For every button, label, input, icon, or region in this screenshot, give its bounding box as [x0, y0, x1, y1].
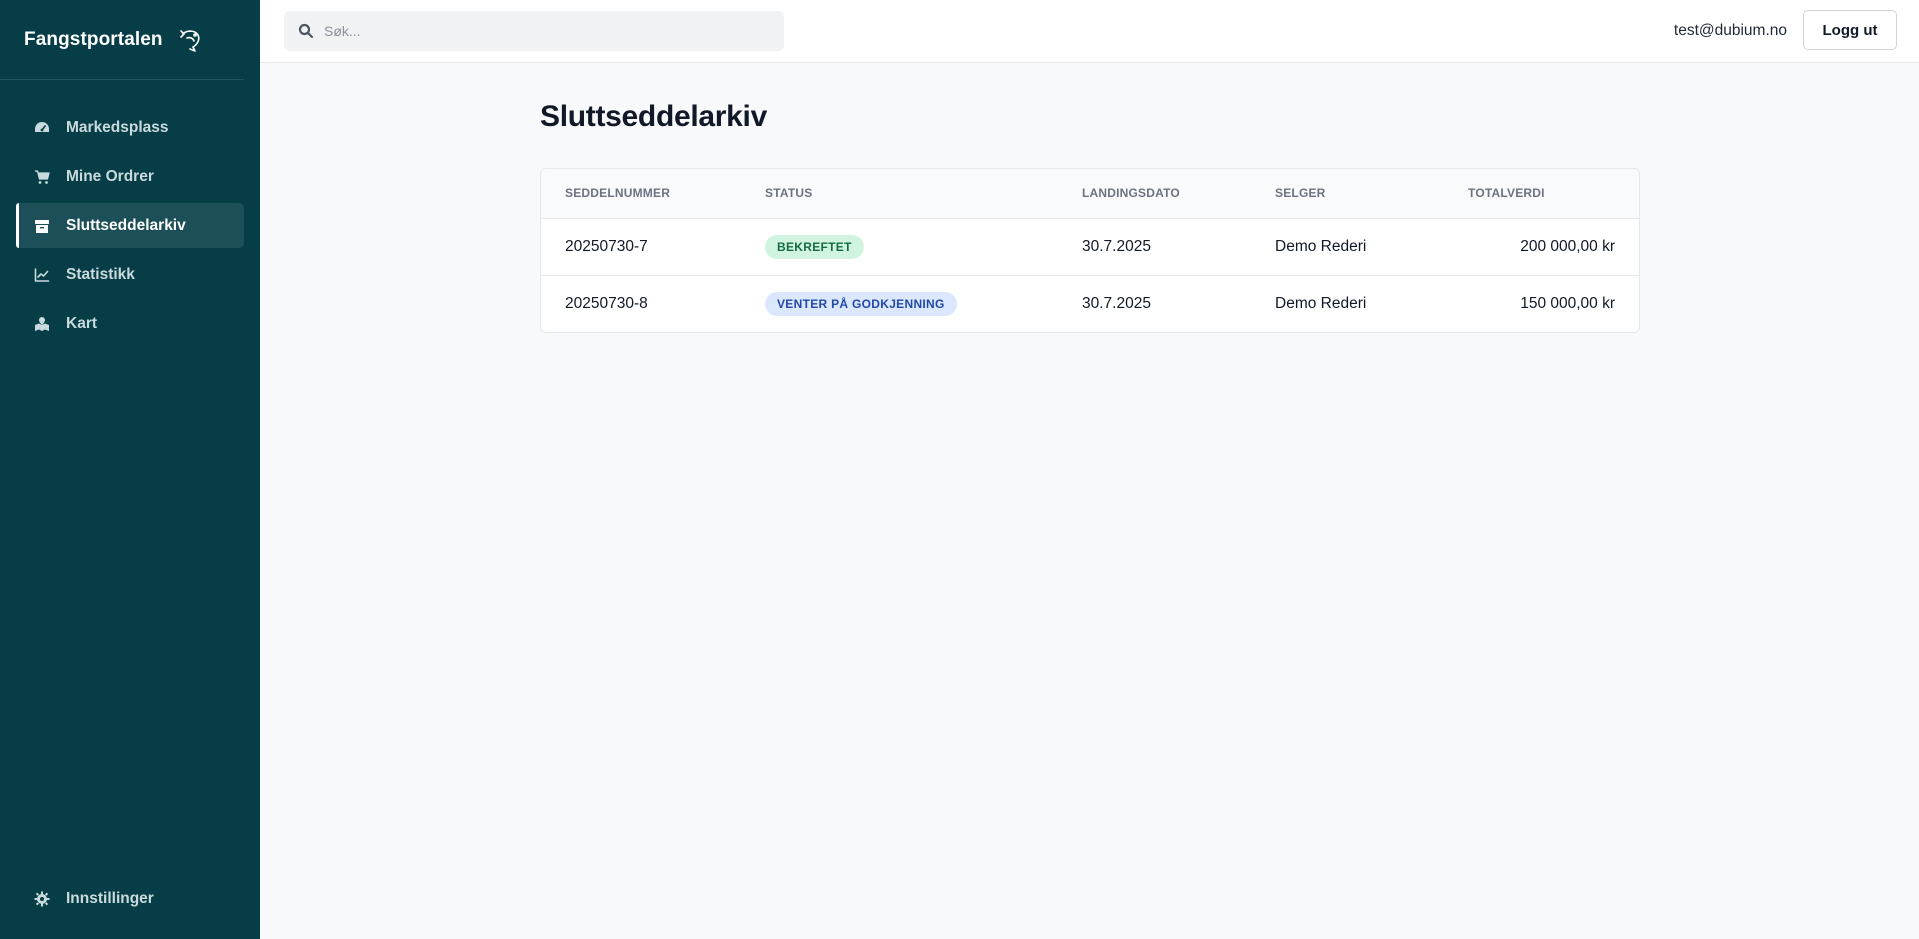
status-badge: VENTER PÅ GODKJENNING — [765, 291, 957, 316]
table-row[interactable]: 20250730-8 VENTER PÅ GODKJENNING 30.7.20… — [541, 275, 1639, 332]
search-box[interactable] — [284, 11, 784, 51]
sidebar-item-label: Statistikk — [66, 265, 135, 283]
column-header-landingsdato[interactable]: LANDINGSDATO — [1058, 169, 1251, 218]
column-header-seddelnummer[interactable]: SEDDELNUMMER — [541, 169, 741, 218]
search-input[interactable] — [324, 23, 764, 39]
settings-section: Innstillinger — [16, 876, 244, 925]
archive-table-card: SEDDELNUMMER STATUS LANDINGSDATO SELGER … — [540, 168, 1640, 333]
cell-seddelnummer: 20250730-7 — [565, 237, 648, 255]
cell-status: BEKREFTET — [741, 218, 1058, 275]
sidebar: Fangstportalen Markedsplass Mine Ordrer — [0, 0, 260, 939]
page-title: Sluttseddelarkiv — [540, 100, 767, 133]
search-icon — [298, 23, 314, 39]
sidebar-item-label: Kart — [66, 314, 98, 332]
fish-icon — [177, 26, 205, 54]
sidebar-item-label: Sluttseddelarkiv — [66, 216, 186, 234]
sidebar-item-statistikk[interactable]: Statistikk — [16, 252, 244, 297]
archive-box-icon — [34, 218, 50, 234]
sidebar-item-label: Mine Ordrer — [66, 167, 154, 185]
app-title: Fangstportalen — [24, 28, 163, 50]
topbar: test@dubium.no Logg ut — [260, 0, 1919, 63]
column-header-totalverdi[interactable]: TOTALVERDI — [1444, 169, 1639, 218]
sidebar-item-mine-ordrer[interactable]: Mine Ordrer — [16, 154, 244, 199]
sidebar-item-markedsplass[interactable]: Markedsplass — [16, 105, 244, 150]
dashboard-gauge-icon — [34, 120, 50, 136]
sidebar-item-label: Innstillinger — [66, 889, 154, 907]
table-row[interactable]: 20250730-7 BEKREFTET 30.7.2025 Demo Rede… — [541, 218, 1639, 275]
user-email: test@dubium.no — [1673, 22, 1787, 39]
column-header-selger[interactable]: SELGER — [1251, 169, 1444, 218]
logout-button[interactable]: Logg ut — [1803, 10, 1897, 50]
cell-selger: Demo Rederi — [1275, 294, 1367, 312]
cell-totalverdi: 150 000,00 kr — [1520, 294, 1615, 312]
status-badge: BEKREFTET — [765, 234, 864, 259]
shopping-cart-icon — [34, 169, 50, 185]
cell-selger: Demo Rederi — [1275, 237, 1367, 255]
sidebar-item-innstillinger[interactable]: Innstillinger — [16, 876, 244, 921]
map-icon — [34, 316, 50, 332]
table-header-row: SEDDELNUMMER STATUS LANDINGSDATO SELGER … — [541, 169, 1639, 218]
column-header-status[interactable]: STATUS — [741, 169, 1058, 218]
brand[interactable]: Fangstportalen — [0, 0, 244, 80]
line-chart-icon — [34, 267, 50, 283]
sidebar-item-label: Markedsplass — [66, 118, 169, 136]
sidebar-nav: Markedsplass Mine Ordrer Sluttseddelarki… — [16, 105, 244, 350]
cell-status: VENTER PÅ GODKJENNING — [741, 275, 1058, 332]
sidebar-item-sluttseddelarkiv[interactable]: Sluttseddelarkiv — [16, 203, 244, 248]
gear-icon — [34, 891, 50, 907]
cell-seddelnummer: 20250730-8 — [565, 294, 648, 312]
cell-landingsdato: 30.7.2025 — [1082, 294, 1151, 312]
cell-landingsdato: 30.7.2025 — [1082, 237, 1151, 255]
cell-totalverdi: 200 000,00 kr — [1520, 237, 1615, 255]
sidebar-item-kart[interactable]: Kart — [16, 301, 244, 346]
archive-table: SEDDELNUMMER STATUS LANDINGSDATO SELGER … — [541, 169, 1639, 332]
